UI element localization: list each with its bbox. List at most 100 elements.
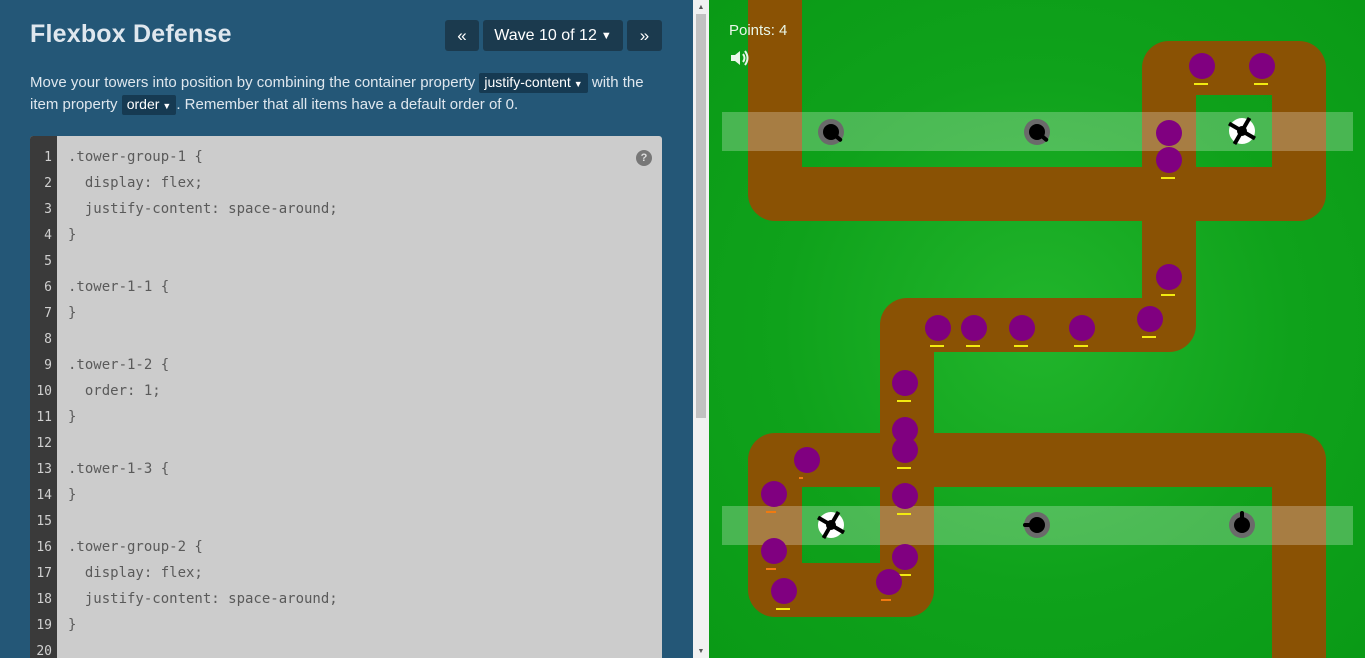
line-number: 4	[44, 228, 52, 243]
line-gutter: 1 2 3 4 5 6 7 8 9 10 11 12 13 14 15 16 17 18 19 20	[30, 136, 57, 658]
line-number: 13	[36, 462, 52, 477]
tower-1-1	[818, 119, 844, 145]
scroll-down-icon[interactable]: ▼	[693, 644, 709, 658]
instructions-part1: Move your towers into position by combin…	[30, 74, 480, 91]
enemy-body	[761, 481, 787, 507]
line-number: 6	[44, 280, 52, 295]
enemy-health-bar	[1014, 345, 1028, 347]
enemy-health-bar	[897, 400, 911, 402]
code-line: justify-content: space-around;	[68, 591, 338, 607]
code-line: .tower-1-1 {	[68, 279, 170, 295]
enemy-health-bar	[1254, 83, 1268, 85]
enemy-body	[892, 437, 918, 463]
tower-2-2	[1023, 512, 1050, 538]
tower-hub	[1237, 126, 1247, 136]
tower-1-2	[1024, 119, 1050, 145]
enemy-health-bar	[1142, 336, 1156, 338]
scrollbar-thumb[interactable]	[696, 14, 706, 418]
line-number: 8	[44, 332, 52, 347]
scroll-up-icon[interactable]: ▲	[693, 0, 709, 14]
tower-2-1	[817, 511, 845, 539]
line-number: 5	[44, 254, 52, 269]
enemy-body	[925, 315, 951, 341]
enemy-health-bar	[1074, 345, 1088, 347]
line-number: 10	[36, 384, 52, 399]
line-number: 16	[36, 540, 52, 555]
justify-content-label: justify-content	[484, 74, 571, 90]
code-line: .tower-1-2 {	[68, 357, 170, 373]
justify-content-select[interactable]: justify-content ▼	[479, 73, 588, 93]
help-icon[interactable]: ?	[636, 150, 652, 166]
enemy-health-bar	[897, 513, 911, 515]
code-line: order: 1;	[68, 383, 161, 399]
speaker-icon[interactable]	[729, 48, 751, 68]
line-number: 11	[36, 410, 52, 425]
enemy-body	[961, 315, 987, 341]
enemy-body	[1009, 315, 1035, 341]
enemy-body	[1137, 306, 1163, 332]
enemy-health-bar	[966, 345, 980, 347]
code-line: display: flex;	[68, 175, 203, 191]
enemy-body	[892, 370, 918, 396]
enemy-health-bar	[1194, 83, 1208, 85]
code-line: }	[68, 487, 77, 503]
enemy-body	[761, 538, 787, 564]
prev-wave-button[interactable]: «	[445, 20, 479, 51]
enemy-body	[1156, 147, 1182, 173]
caret-down-icon: ▼	[162, 101, 172, 111]
code-line: }	[68, 617, 77, 633]
enemy-body	[1189, 53, 1215, 79]
game-field	[722, 0, 1353, 658]
enemy-health-bar	[766, 511, 776, 513]
page-title: Flexbox Defense	[30, 20, 232, 48]
code-line: }	[68, 305, 77, 321]
tower-hub	[826, 520, 836, 530]
enemy-health-bar	[776, 608, 790, 610]
line-number: 3	[44, 202, 52, 217]
wave-selector[interactable]: Wave 10 of 12 ▼	[483, 20, 623, 51]
tower-1-3	[1228, 117, 1256, 145]
enemy-body	[1069, 315, 1095, 341]
line-number: 19	[36, 618, 52, 633]
enemy-body	[892, 544, 918, 570]
code-line: .tower-group-1 {	[68, 149, 203, 165]
code-line: justify-content: space-around;	[68, 201, 338, 217]
order-label: order	[126, 96, 160, 112]
instructions-part3: . Remember that all items have a default…	[176, 96, 519, 113]
game-board: Points: 4	[709, 0, 1365, 658]
order-select[interactable]: order ▼	[121, 95, 177, 115]
points-label: Points: 4	[729, 22, 788, 39]
tower-2-3	[1229, 511, 1255, 538]
enemy-body	[876, 569, 902, 595]
line-number: 15	[36, 514, 52, 529]
line-number: 17	[36, 566, 52, 581]
line-number: 18	[36, 592, 52, 607]
wave-label: Wave 10 of 12	[494, 26, 597, 44]
code-line: }	[68, 409, 77, 425]
enemy-body	[892, 483, 918, 509]
line-number: 12	[36, 436, 52, 451]
line-number: 20	[36, 644, 52, 658]
enemy-health-bar	[1161, 177, 1175, 179]
enemy-body	[1156, 264, 1182, 290]
next-wave-button[interactable]: »	[627, 20, 662, 51]
line-number: 2	[44, 176, 52, 191]
code-editor[interactable]: 1 2 3 4 5 6 7 8 9 10 11 12 13 14 15 16 17 18 19 20 .tower-g…	[30, 136, 662, 658]
scrollbar[interactable]: ▲ ▼	[693, 0, 709, 658]
instructions-panel: Flexbox Defense « Wave 10 of 12 ▼ » Move…	[0, 0, 693, 658]
enemy-health-bar	[881, 599, 891, 601]
caret-down-icon: ▼	[573, 79, 583, 89]
line-number: 7	[44, 306, 52, 321]
code-line: .tower-group-2 {	[68, 539, 203, 555]
enemy-body	[771, 578, 797, 604]
code-line: }	[68, 227, 77, 243]
line-number: 9	[44, 358, 52, 373]
enemy-body	[794, 447, 820, 473]
line-number: 1	[44, 150, 52, 165]
enemy-health-bar	[799, 477, 803, 479]
code-line: .tower-1-3 {	[68, 461, 170, 477]
enemy-body	[1156, 120, 1182, 146]
code-line: display: flex;	[68, 565, 203, 581]
line-number: 14	[36, 488, 52, 503]
caret-down-icon: ▼	[600, 29, 612, 42]
